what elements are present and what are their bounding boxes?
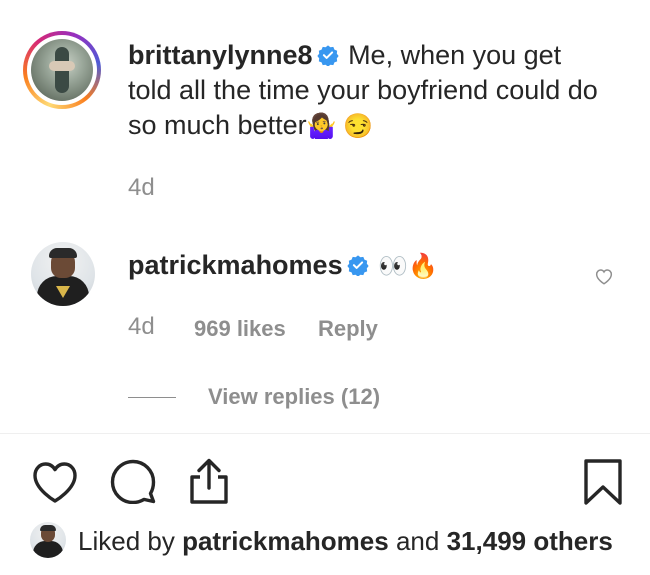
section-divider: [0, 433, 650, 434]
verified-badge-icon: [316, 45, 339, 66]
avatar-patrickmahomes[interactable]: [31, 242, 95, 306]
liked-by-middle: and: [395, 526, 440, 556]
liked-by-avatar[interactable]: [30, 522, 66, 558]
comment-username[interactable]: brittanylynne8: [128, 40, 313, 70]
bookmark-icon[interactable]: [583, 458, 623, 506]
reply-username[interactable]: patrickmahomes: [128, 250, 343, 280]
avatar-photo: [31, 39, 93, 101]
comment-like-heart-icon[interactable]: [593, 265, 615, 287]
liked-by-summary: Liked by patrickmahomes and 31,499 other…: [78, 526, 613, 557]
reply-timestamp[interactable]: 4d: [128, 313, 155, 341]
avatar-brittanylynne8[interactable]: [23, 31, 101, 109]
liked-by-others[interactable]: 31,499 others: [447, 526, 613, 556]
reply-emoji: 👀🔥: [378, 253, 438, 280]
verified-badge-icon: [346, 255, 369, 276]
avatar-cap: [40, 525, 56, 531]
view-replies-button[interactable]: View replies (12): [208, 384, 380, 410]
share-icon[interactable]: [186, 456, 232, 506]
avatar-inner: [27, 35, 97, 105]
comment-timestamp[interactable]: 4d: [128, 174, 155, 202]
liked-by-user[interactable]: patrickmahomes: [182, 526, 389, 556]
view-replies-line: [128, 397, 176, 398]
avatar-shirt: [33, 541, 63, 558]
comment-emoji: 🤷‍♀️ 😏: [306, 113, 374, 140]
avatar-cap: [49, 248, 77, 258]
reply-likes-count[interactable]: 969 likes: [194, 316, 286, 342]
caption-comment: brittanylynne8 Me, when you get told all…: [128, 38, 608, 144]
comment-bubble-icon[interactable]: [110, 458, 156, 504]
avatar-figure-detail: [49, 61, 75, 71]
heart-icon[interactable]: [31, 459, 79, 505]
reply-comment: patrickmahomes 👀🔥: [128, 248, 438, 284]
reply-button[interactable]: Reply: [318, 316, 378, 342]
liked-by-prefix: Liked by: [78, 526, 175, 556]
